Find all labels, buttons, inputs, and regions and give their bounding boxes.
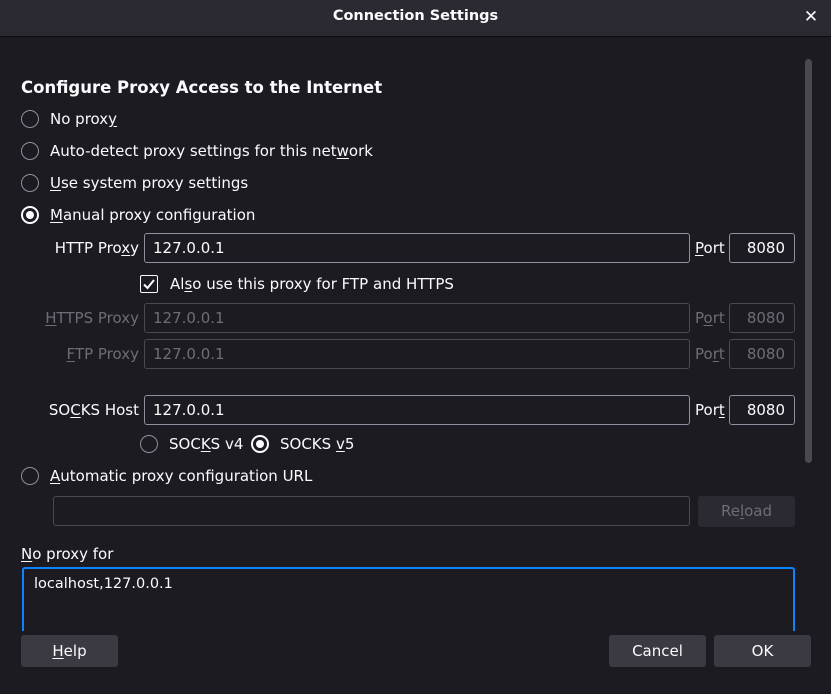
radio-no-proxy[interactable]: No proxy: [21, 108, 117, 130]
dialog-content: Configure Proxy Access to the Internet N…: [0, 37, 831, 631]
radio-button[interactable]: [140, 435, 158, 453]
radio-auto-config-url[interactable]: Automatic proxy configuration URL: [21, 465, 312, 487]
https-proxy-input[interactable]: 127.0.0.1: [144, 303, 690, 333]
socks-port-input[interactable]: 8080: [729, 395, 795, 425]
auto-config-url-input[interactable]: [53, 496, 690, 526]
dialog-footer: Help Cancel OK: [0, 631, 831, 694]
http-port-label: Port: [695, 239, 725, 257]
ftp-proxy-input[interactable]: 127.0.0.1: [144, 339, 690, 369]
also-use-checkbox[interactable]: [140, 275, 158, 293]
scrollbar-thumb[interactable]: [805, 59, 812, 463]
radio-socks-v4[interactable]: SOCKS v4: [140, 433, 243, 455]
radio-button[interactable]: [21, 110, 39, 128]
reload-button[interactable]: Reload: [698, 496, 795, 527]
cancel-button[interactable]: Cancel: [609, 635, 706, 667]
checkmark-icon: [143, 279, 155, 290]
radio-button[interactable]: [21, 142, 39, 160]
radio-no-proxy-label: No proxy: [50, 110, 118, 128]
https-port-input[interactable]: 8080: [729, 303, 795, 333]
radio-button[interactable]: [21, 467, 39, 485]
title-bar: Connection Settings ✕: [0, 0, 831, 37]
radio-button[interactable]: [21, 174, 39, 192]
radio-auto-detect-label: Auto-detect proxy settings for this netw…: [50, 142, 373, 160]
no-proxy-for-textarea[interactable]: localhost,127.0.0.1: [22, 567, 795, 631]
radio-socks-v5[interactable]: SOCKS v5: [251, 433, 354, 455]
no-proxy-for-label: No proxy for: [21, 545, 114, 563]
socks-host-label: SOCKS Host: [48, 401, 139, 419]
radio-socks-v4-label: SOCKS v4: [169, 435, 244, 453]
http-proxy-label: HTTP Proxy: [54, 239, 139, 257]
section-heading: Configure Proxy Access to the Internet: [21, 78, 383, 97]
https-proxy-label: HTTPS Proxy: [45, 309, 139, 327]
also-use-label: Also use this proxy for FTP and HTTPS: [170, 275, 454, 293]
radio-auto-config-url-label: Automatic proxy configuration URL: [50, 467, 313, 485]
socks-host-input[interactable]: 127.0.0.1: [144, 395, 690, 425]
ok-button[interactable]: OK: [714, 635, 811, 667]
http-proxy-input[interactable]: 127.0.0.1: [144, 233, 690, 263]
ftp-port-label: Port: [695, 345, 725, 363]
radio-manual-proxy-label: Manual proxy configuration: [50, 206, 256, 224]
help-button[interactable]: Help: [21, 635, 118, 667]
radio-socks-v5-label: SOCKS v5: [280, 435, 355, 453]
close-icon[interactable]: ✕: [801, 7, 821, 27]
radio-button-selected[interactable]: [21, 206, 39, 224]
radio-system-proxy-label: Use system proxy settings: [50, 174, 249, 192]
ftp-proxy-label: FTP Proxy: [66, 345, 139, 363]
ftp-port-input[interactable]: 8080: [729, 339, 795, 369]
socks-port-label: Port: [695, 401, 725, 419]
window-title: Connection Settings: [332, 8, 499, 24]
radio-manual-proxy[interactable]: Manual proxy configuration: [21, 204, 255, 226]
radio-button-selected[interactable]: [251, 435, 269, 453]
radio-system-proxy[interactable]: Use system proxy settings: [21, 172, 248, 194]
radio-auto-detect[interactable]: Auto-detect proxy settings for this netw…: [21, 140, 373, 162]
https-port-label: Port: [695, 309, 725, 327]
http-port-input[interactable]: 8080: [729, 233, 795, 263]
